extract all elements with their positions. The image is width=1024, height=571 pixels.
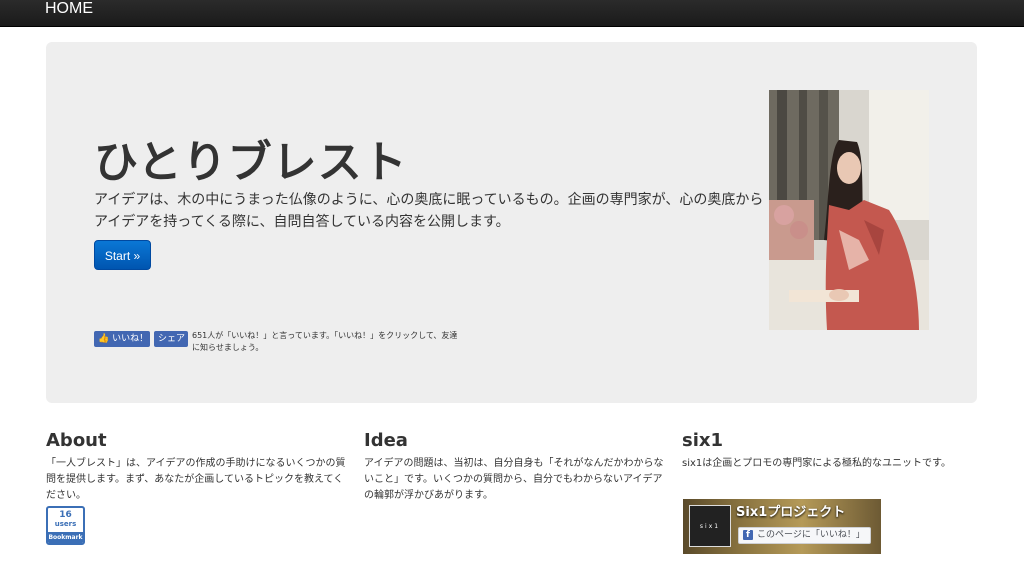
facebook-share-button[interactable]: シェア (154, 331, 188, 347)
facebook-like-button[interactable]: 👍 いいね！ (94, 331, 150, 347)
page-name-link[interactable]: Six1プロジェクト (736, 505, 845, 521)
hero-description: アイデアは、木の中にうまった仏像のように、心の奥底に眠っているもの。企画の専門家… (94, 192, 764, 230)
top-navbar: HOME (0, 0, 1024, 27)
bookmark-count: 16 (59, 510, 72, 520)
idea-text: アイデアの問題は、当初は、自分自身も「それがなんだかわからないこと」です。いくつ… (364, 458, 664, 501)
hero-photo (769, 90, 929, 330)
about-text: 「一人ブレスト」は、アイデアの作成の手助けになるいくつかの質問を提供します。まず… (46, 458, 346, 501)
bookmark-users-label: users (54, 520, 77, 528)
six1-text: six1は企画とプロモの専門家による極私的なユニットです。 (682, 458, 951, 469)
facebook-icon: f (743, 530, 753, 540)
about-column: About 「一人ブレスト」は、アイデアの作成の手助けになるいくつかの質問を提供… (46, 430, 346, 504)
page-like-button[interactable]: f このページに「いいね！」 (738, 527, 871, 544)
idea-column: Idea アイデアの問題は、当初は、自分自身も「それがなんだかわからないこと」で… (364, 430, 664, 504)
bookmark-label: Bookmark (48, 532, 83, 543)
facebook-like-count-text: 651人が「いいね！」と言っています。「いいね！」をクリックして、友達に知らせま… (192, 331, 458, 352)
thumbs-up-icon: 👍 (98, 334, 110, 344)
idea-heading: Idea (364, 430, 408, 451)
start-button[interactable]: Start » (94, 240, 151, 270)
facebook-page-plugin: six1 Six1プロジェクト f このページに「いいね！」 (683, 499, 881, 554)
about-heading: About (46, 430, 107, 451)
six1-heading: six1 (682, 430, 724, 451)
six1-column: six1 six1は企画とプロモの専門家による極私的なユニットです。 (682, 430, 982, 472)
hero-panel: ひとりブレスト アイデアは、木の中にうまった仏像のように、心の奥底に眠っているも… (46, 42, 977, 403)
page-avatar[interactable]: six1 (689, 505, 731, 547)
home-link[interactable]: HOME (45, 0, 93, 18)
hatena-bookmark-badge[interactable]: 16 users Bookmark (46, 506, 85, 545)
page-title: ひとりブレスト (94, 137, 408, 188)
page-like-label: このページに「いいね！」 (757, 530, 865, 540)
facebook-like-label: いいね！ (112, 334, 149, 344)
